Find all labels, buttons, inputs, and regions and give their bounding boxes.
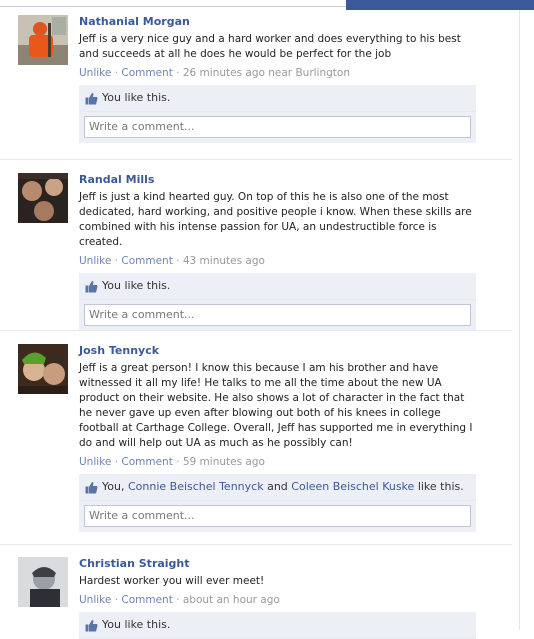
likes-text: You like this. [102, 91, 171, 104]
likes-and: and [267, 480, 288, 493]
likes-row: You like this. [79, 612, 476, 639]
author-name[interactable]: Nathanial Morgan [79, 15, 476, 29]
likes-row: You, Connie Beischel Tennyck and Coleen … [79, 474, 476, 501]
story-meta: Unlike · Comment · about an hour ago [79, 593, 476, 607]
avatar[interactable] [18, 557, 68, 607]
feedback-box: You, Connie Beischel Tennyck and Coleen … [79, 474, 476, 532]
separator: · [114, 456, 119, 468]
story-divider [0, 544, 512, 545]
timestamp[interactable]: 43 minutes ago [183, 255, 265, 267]
story-meta: Unlike · Comment · 43 minutes ago [79, 254, 476, 268]
story-message: Jeff is a great person! I know this beca… [79, 362, 473, 449]
likes-suffix: like this. [417, 480, 464, 493]
separator: · [176, 456, 180, 468]
author-name[interactable]: Josh Tennyck [79, 344, 476, 358]
comment-link[interactable]: Comment [121, 67, 172, 79]
comment-input[interactable]: Write a comment... [84, 116, 471, 138]
unlike-link[interactable]: Unlike [79, 255, 111, 267]
avatar[interactable] [18, 15, 68, 65]
comment-input[interactable]: Write a comment... [84, 505, 471, 527]
unlike-link[interactable]: Unlike [79, 594, 111, 606]
comment-link[interactable]: Comment [121, 255, 172, 267]
thumbs-up-icon [85, 280, 98, 293]
thumbs-up-icon [85, 481, 98, 494]
feedback-box: You like this. Write a comment... [79, 273, 476, 331]
author-name[interactable]: Christian Straight [79, 557, 476, 571]
liker-link[interactable]: Connie Beischel Tennyck [128, 480, 264, 493]
separator: · [176, 67, 180, 79]
likes-row: You like this. [79, 273, 476, 300]
timestamp[interactable]: about an hour ago [183, 594, 280, 606]
story-divider [0, 159, 512, 160]
feedback-box: You like this. Write a comment... [79, 85, 476, 143]
likes-prefix: You, [102, 480, 125, 493]
separator: · [114, 594, 119, 606]
timestamp[interactable]: 59 minutes ago [183, 456, 265, 468]
comment-row: Write a comment... [79, 300, 476, 331]
author-name[interactable]: Randal Mills [79, 173, 476, 187]
liker-link[interactable]: Coleen Beischel Kuske [291, 480, 414, 493]
comment-link[interactable]: Comment [121, 594, 172, 606]
feedback-box: You like this. [79, 612, 476, 639]
story-message: Jeff is just a kind hearted guy. On top … [79, 191, 472, 248]
separator: · [176, 255, 180, 267]
story-divider [0, 330, 512, 331]
comment-link[interactable]: Comment [121, 456, 172, 468]
likes-row: You like this. [79, 85, 476, 112]
comment-row: Write a comment... [79, 112, 476, 143]
comment-row: Write a comment... [79, 501, 476, 532]
separator: · [176, 594, 180, 606]
comment-input[interactable]: Write a comment... [84, 304, 471, 326]
avatar[interactable] [18, 173, 68, 223]
unlike-link[interactable]: Unlike [79, 456, 111, 468]
scrollbar-track[interactable] [519, 10, 534, 630]
avatar[interactable] [18, 344, 68, 394]
top-strip [0, 0, 346, 7]
story-meta: Unlike · Comment · 59 minutes ago [79, 455, 476, 469]
separator: · [114, 255, 119, 267]
header-bar [346, 0, 534, 10]
timestamp[interactable]: 26 minutes ago near Burlington [183, 67, 350, 79]
thumbs-up-icon [85, 92, 98, 105]
story-meta: Unlike · Comment · 26 minutes ago near B… [79, 66, 476, 80]
story-message: Jeff is a very nice guy and a hard worke… [79, 33, 461, 60]
likes-text: You like this. [102, 279, 171, 292]
unlike-link[interactable]: Unlike [79, 67, 111, 79]
story-message: Hardest worker you will ever meet! [79, 575, 265, 587]
likes-text: You like this. [102, 618, 171, 631]
separator: · [114, 67, 119, 79]
